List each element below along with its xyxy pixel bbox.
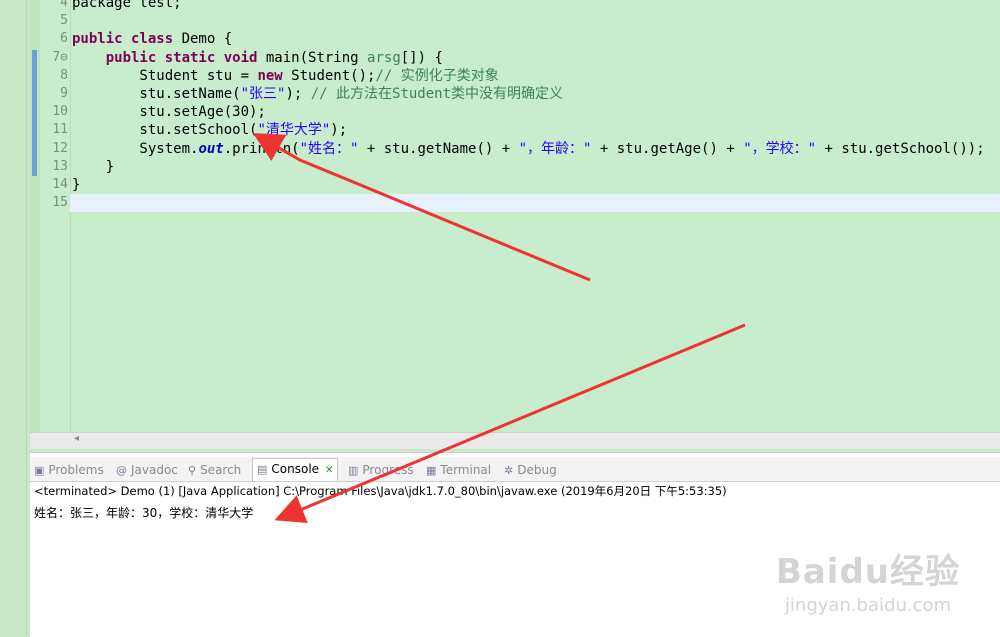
line-number: 13 (52, 158, 68, 174)
code-token: main(String (265, 49, 368, 66)
code-token: } (72, 158, 115, 175)
code-token: ); (285, 85, 311, 102)
tab-label: Debug (517, 463, 557, 477)
code-token: "，年龄：" (518, 140, 592, 157)
line-number: 4 (60, 0, 68, 10)
tab-terminal[interactable]: ▦ Terminal (426, 460, 491, 480)
code-token: package test; (72, 0, 182, 11)
tab-label: Search (200, 463, 242, 477)
code-text[interactable]: stu.setName("张三"); // 此方法在Student类中没有明确定… (72, 85, 563, 103)
scroll-left-icon[interactable]: ◂ (74, 433, 79, 444)
code-token: arsg (367, 49, 401, 66)
code-text[interactable]: Student stu = new Student();// 实例化子类对象 (72, 67, 499, 85)
baidu-watermark: Baidu经验 jingyan.baidu.com (776, 544, 960, 616)
view-tabs: ▣ Problems @ Javadoc ⚲ Search ▤ Console ✕ ▥ Progre… (30, 457, 1000, 482)
console-icon: ▤ (257, 463, 268, 476)
code-token: // 实例化子类对象 (375, 67, 499, 84)
tab-progress[interactable]: ▥ Progress (348, 460, 414, 480)
code-token: System. (72, 140, 199, 157)
tab-label: Terminal (440, 463, 492, 477)
code-token: "姓名：" (299, 140, 359, 157)
code-token: Demo { (181, 31, 233, 48)
code-text[interactable]: stu.setAge(30); (72, 103, 266, 121)
code-token: ); (330, 122, 348, 139)
console-output[interactable]: 姓名：张三，年龄：30，学校：清华大学 (34, 504, 253, 521)
code-token: public static void (105, 49, 266, 66)
problems-icon: ▣ (34, 464, 45, 477)
javadoc-icon: @ (116, 464, 127, 477)
code-token: []) { (400, 49, 443, 66)
code-token: stu.setAge(30); (72, 104, 266, 121)
code-text[interactable]: stu.setSchool("清华大学"); (72, 121, 347, 139)
code-text[interactable]: } (72, 176, 80, 194)
overview-ruler (30, 0, 40, 432)
code-token: new (257, 67, 292, 84)
line-number: 8 (60, 67, 68, 83)
line-number: 9 (60, 85, 68, 101)
tab-label: Console (271, 462, 320, 476)
code-token: + stu.getSchool()); (816, 140, 985, 157)
line-number: 12 (52, 140, 68, 156)
code-token: Student stu = (72, 67, 258, 84)
current-line-highlight (70, 194, 1000, 212)
code-token: Student(); (291, 67, 376, 84)
code-token: "张三" (240, 85, 286, 102)
code-text[interactable]: public static void main(String arsg[]) { (72, 49, 443, 67)
line-number: 10 (52, 104, 68, 120)
line-number: 7⊖ (52, 49, 68, 65)
watermark-url: jingyan.baidu.com (784, 595, 952, 616)
progress-icon: ▥ (348, 464, 359, 477)
console-status: <terminated> Demo (1) [Java Application]… (34, 484, 727, 498)
code-token: // 此方法在Student类中没有明确定义 (310, 85, 564, 102)
line-number: 5 (60, 13, 68, 29)
debug-icon: ✲ (504, 464, 514, 477)
line-number: 11 (52, 122, 68, 138)
code-text[interactable]: package test; (72, 0, 182, 12)
tab-label: Javadoc (131, 463, 178, 477)
tab-label: Progress (362, 463, 414, 477)
code-token: + stu.getName() + (358, 140, 519, 157)
line-number: 15 (52, 195, 68, 211)
code-token: "清华大学" (257, 122, 331, 139)
search-icon: ⚲ (188, 464, 197, 477)
tab-debug[interactable]: ✲ Debug (504, 460, 557, 480)
code-token: .println( (223, 140, 300, 157)
change-marker (32, 50, 37, 176)
code-text[interactable]: public class Demo { (72, 30, 232, 48)
code-text[interactable]: } (72, 158, 114, 176)
tab-search[interactable]: ⚲ Search (188, 460, 241, 480)
code-token: stu.setName( (72, 85, 241, 102)
code-token: out (198, 140, 224, 157)
code-token: stu.setSchool( (72, 122, 258, 139)
horizontal-scrollbar[interactable]: ◂ (30, 432, 1000, 449)
code-token: "，学校：" (743, 140, 817, 157)
code-token: } (72, 176, 81, 193)
close-icon[interactable]: ✕ (325, 465, 333, 476)
terminal-icon: ▦ (426, 464, 437, 477)
code-token: + stu.getAge() + (591, 140, 744, 157)
tab-label: Problems (48, 463, 104, 477)
line-number: 6 (60, 31, 68, 47)
code-token: public class (72, 31, 182, 48)
tab-problems[interactable]: ▣ Problems (34, 460, 104, 480)
code-editor[interactable]: 4 package test; 5 6 public class Demo {7⊖ pu… (30, 0, 1000, 432)
line-number: 14 (52, 176, 68, 192)
watermark-brand: Baidu经验 (775, 552, 960, 592)
left-trim-strip (0, 0, 27, 636)
code-text[interactable]: System.out.println("姓名：" + stu.getName()… (72, 140, 985, 158)
tab-console[interactable]: ▤ Console ✕ (252, 458, 339, 481)
tab-javadoc[interactable]: @ Javadoc (116, 460, 178, 480)
